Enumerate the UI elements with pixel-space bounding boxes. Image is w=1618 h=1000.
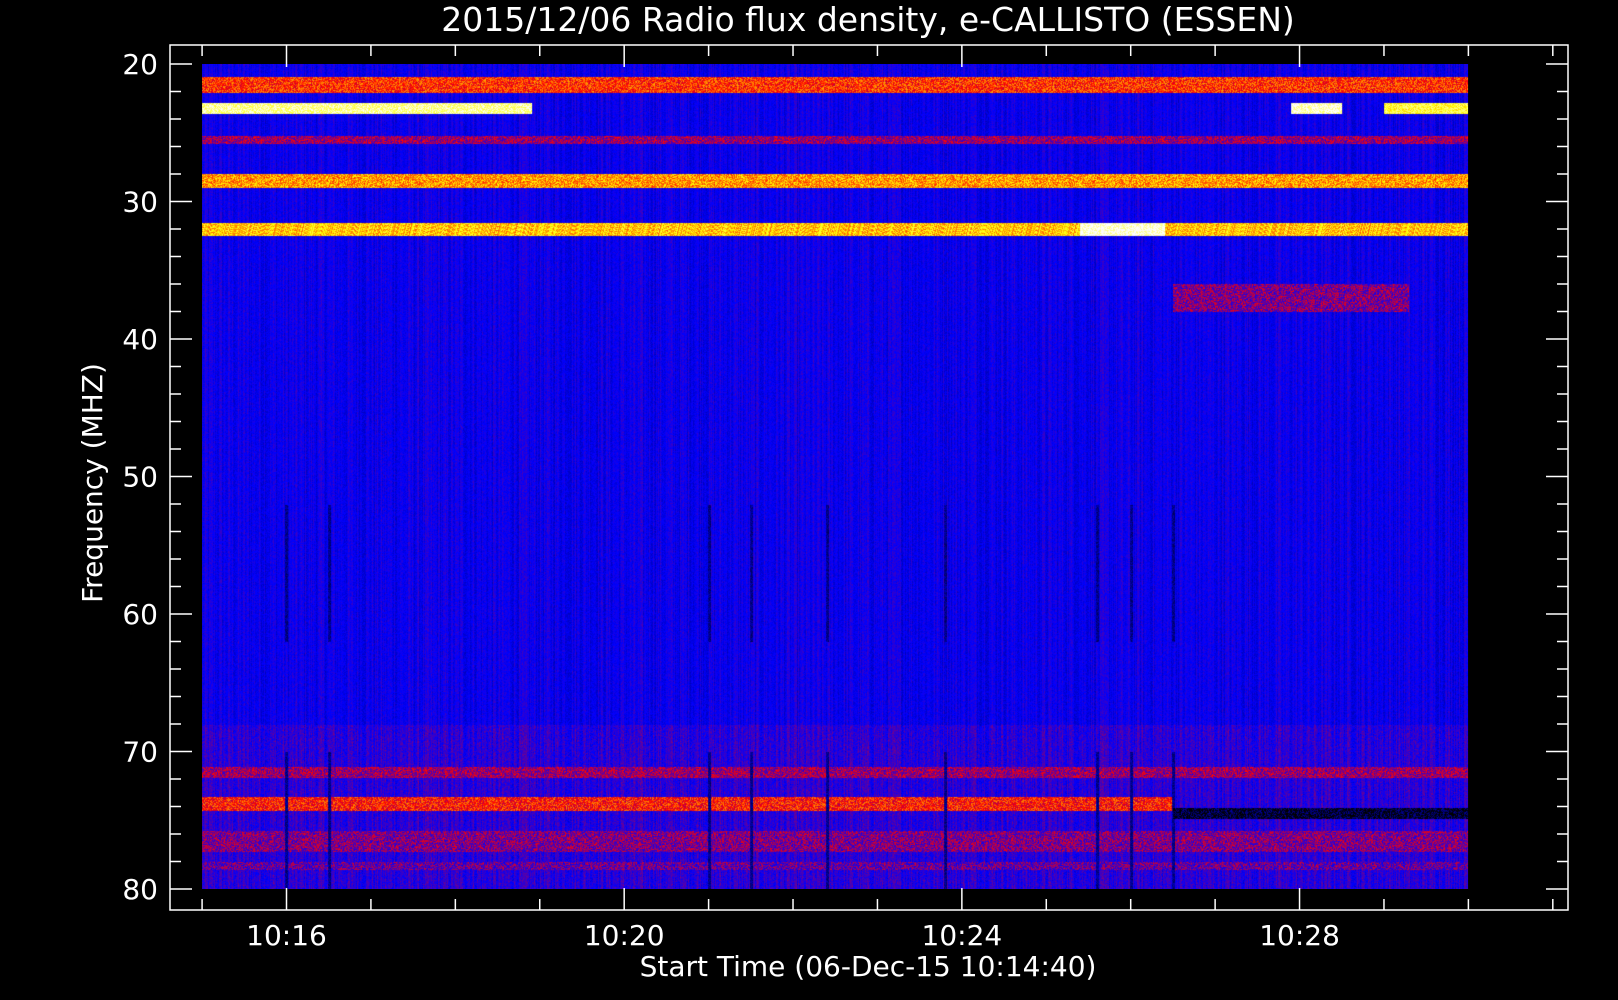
y-tick-label: 50 — [122, 461, 158, 494]
heatmap-image — [202, 64, 1469, 889]
y-tick-label: 60 — [122, 598, 158, 631]
y-tick-label: 20 — [122, 48, 158, 81]
x-axis-label: Start Time (06-Dec-15 10:14:40) — [640, 950, 1097, 983]
x-tick-label: 10:20 — [584, 919, 665, 952]
spectrogram-chart: 2015/12/06 Radio flux density, e-CALLIST… — [0, 0, 1618, 1000]
plot-area: 20 30 40 50 60 70 80 10:16 10:20 10:24 10:28 — [122, 44, 1569, 952]
y-tick-label: 40 — [122, 323, 158, 356]
chart-title: 2015/12/06 Radio flux density, e-CALLIST… — [441, 0, 1295, 39]
y-tick-label: 30 — [122, 186, 158, 219]
x-tick-label: 10:16 — [246, 919, 327, 952]
y-axis-label: Frequency (MHZ) — [76, 363, 109, 603]
y-tick-label: 80 — [122, 873, 158, 906]
x-tick-label: 10:24 — [922, 919, 1003, 952]
x-tick-label: 10:28 — [1259, 919, 1340, 952]
y-tick-label: 70 — [122, 736, 158, 769]
